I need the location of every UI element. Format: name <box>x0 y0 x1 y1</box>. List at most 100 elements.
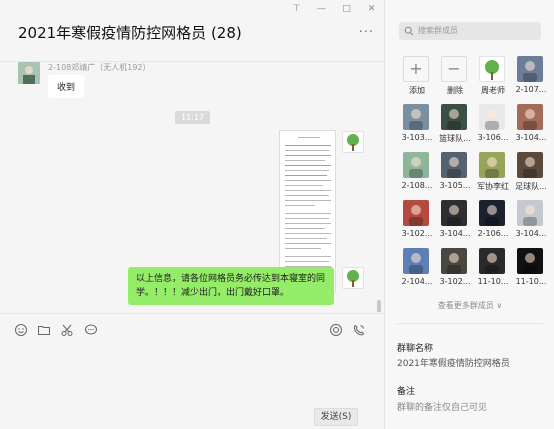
member-name: 3-103... <box>401 133 433 142</box>
scrollbar-thumb[interactable] <box>377 300 381 312</box>
member-item[interactable]: 3-104... <box>513 200 551 244</box>
member-avatar <box>479 152 505 178</box>
outgoing-message-bubble[interactable]: 以上信息，请各位网格员务必传达到本寝室的同学。！！！减少出门，出门戴好口罩。 <box>128 267 334 305</box>
member-avatar <box>403 104 429 130</box>
member-avatar <box>403 248 429 274</box>
member-item[interactable]: 2-107... <box>513 56 551 100</box>
member-avatar <box>479 200 505 226</box>
group-name-label: 群聊名称 <box>397 344 434 354</box>
send-button[interactable]: 发送(S) <box>314 408 358 426</box>
member-avatar <box>403 200 429 226</box>
member-item[interactable]: 军协李红 <box>475 152 513 196</box>
my-avatar[interactable] <box>342 267 364 289</box>
member-item[interactable]: 3-102... <box>399 200 437 244</box>
search-icon <box>404 26 414 36</box>
message-list[interactable]: 2-108邓靖广（无人机192） 收到 11:17 以上信息，请各位网格员务必传… <box>0 62 384 312</box>
person-photo-icon <box>409 109 423 130</box>
member-avatar <box>479 248 505 274</box>
person-photo-icon <box>409 157 423 178</box>
wechat-window: ⊤ — □ ✕ 2021年寒假疫情防控网格员 (28) ··· 2-108邓靖广… <box>0 0 554 429</box>
window-controls: ⊤ — □ ✕ <box>284 4 384 14</box>
member-item[interactable]: 2-108... <box>399 152 437 196</box>
minus-icon: − <box>441 56 467 82</box>
voice-call-icon[interactable] <box>329 323 343 337</box>
emoji-icon[interactable] <box>14 323 28 337</box>
member-name: 3-104... <box>439 229 471 238</box>
member-avatar <box>517 248 543 274</box>
add-member-button[interactable]: + 添加 <box>399 56 437 100</box>
member-name: 删除 <box>447 86 463 95</box>
input-toolbar <box>0 313 384 343</box>
member-name: 3-104... <box>515 133 547 142</box>
divider <box>397 323 543 324</box>
member-search-input[interactable]: 搜索群成员 <box>399 22 541 40</box>
remark-label: 备注 <box>397 387 416 397</box>
see-more-members-link[interactable]: 查看更多群成员 ∨ <box>385 300 554 311</box>
member-item[interactable]: 11-10... <box>475 248 513 292</box>
member-item[interactable]: 周老师 <box>475 56 513 100</box>
tree-icon <box>347 270 359 287</box>
person-photo-icon <box>409 205 423 226</box>
member-item[interactable]: 2-104... <box>399 248 437 292</box>
member-name: 3-102... <box>439 277 471 286</box>
member-avatar <box>403 152 429 178</box>
member-item[interactable]: 3-106... <box>475 104 513 148</box>
member-avatar <box>479 56 505 82</box>
member-name: 篮球队... <box>439 134 471 143</box>
minimize-icon[interactable]: — <box>309 4 334 14</box>
member-name: 2-106... <box>477 229 509 238</box>
person-photo-icon <box>485 253 499 274</box>
person-photo-icon <box>485 205 499 226</box>
message-timestamp: 11:17 <box>175 111 211 124</box>
member-name: 11-10... <box>477 277 509 286</box>
person-photo-icon <box>523 157 537 178</box>
member-name: 3-104... <box>515 229 547 238</box>
person-photo-icon <box>485 109 499 130</box>
video-call-icon[interactable] <box>352 323 366 337</box>
member-item[interactable]: 篮球队... <box>437 104 475 148</box>
folder-icon[interactable] <box>37 323 51 337</box>
member-item[interactable]: 3-103... <box>399 104 437 148</box>
member-item[interactable]: 3-102... <box>437 248 475 292</box>
chat-bubble-icon[interactable] <box>84 323 98 337</box>
group-name-value[interactable]: 2021年寒假疫情防控网格员 <box>397 356 510 369</box>
member-item[interactable]: 2-106... <box>475 200 513 244</box>
incoming-message-bubble[interactable]: 收到 <box>48 75 85 98</box>
person-photo-icon <box>523 205 537 226</box>
sender-avatar[interactable] <box>18 62 40 84</box>
member-name: 军协李红 <box>477 182 509 191</box>
member-item[interactable]: 3-104... <box>513 104 551 148</box>
more-options-button[interactable]: ··· <box>359 25 374 40</box>
member-avatar <box>441 200 467 226</box>
member-avatar <box>517 56 543 82</box>
member-avatar <box>441 104 467 130</box>
person-photo-icon <box>447 157 461 178</box>
search-placeholder: 搜索群成员 <box>418 26 458 35</box>
remark-value[interactable]: 群聊的备注仅自己可见 <box>397 400 487 413</box>
member-item[interactable]: 足球队... <box>513 152 551 196</box>
member-avatar <box>517 104 543 130</box>
chat-title: 2021年寒假疫情防控网格员 (28) <box>18 24 242 42</box>
member-item[interactable]: 3-104... <box>437 200 475 244</box>
plus-icon: + <box>403 56 429 82</box>
pin-icon[interactable]: ⊤ <box>284 4 309 14</box>
my-avatar[interactable] <box>342 131 364 153</box>
remove-member-button[interactable]: − 删除 <box>437 56 475 100</box>
person-photo-icon <box>485 157 499 178</box>
member-item[interactable]: 11-10... <box>513 248 551 292</box>
person-photo-icon <box>523 109 537 130</box>
close-icon[interactable]: ✕ <box>359 4 384 14</box>
person-photo-icon <box>447 253 461 274</box>
person-photo-icon <box>409 253 423 274</box>
member-avatar <box>441 152 467 178</box>
member-name: 3-106... <box>477 133 509 142</box>
message-input[interactable] <box>10 345 370 405</box>
member-item[interactable]: 3-105... <box>437 152 475 196</box>
member-name: 2-107... <box>515 85 547 94</box>
maximize-icon[interactable]: □ <box>334 4 359 14</box>
person-photo-icon <box>523 61 537 82</box>
chat-header: ⊤ — □ ✕ 2021年寒假疫情防控网格员 (28) ··· <box>0 0 384 62</box>
person-photo-icon <box>447 205 461 226</box>
scissors-icon[interactable] <box>60 323 74 337</box>
person-photo-icon <box>447 109 461 130</box>
